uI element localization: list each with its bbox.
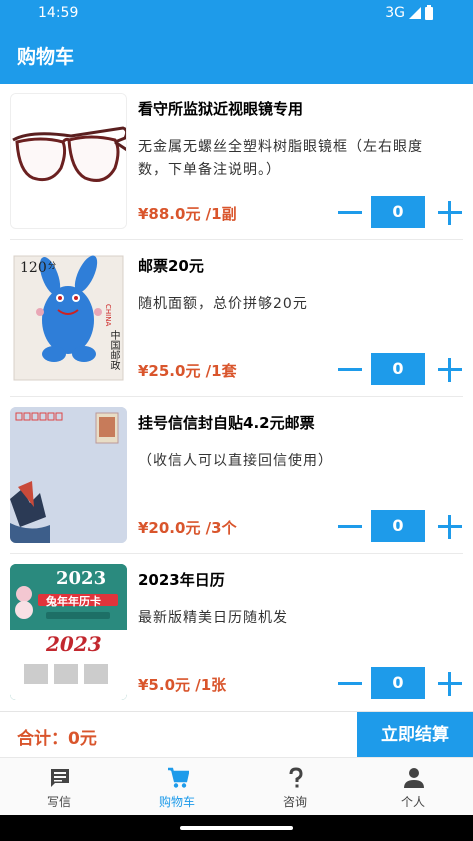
tab-label: 购物车 xyxy=(158,795,195,809)
status-bar: 14:59 3G xyxy=(0,0,473,26)
tab-label: 咨询 xyxy=(282,795,307,809)
minus-icon[interactable] xyxy=(337,516,363,538)
plus-icon[interactable] xyxy=(437,201,463,225)
signal-icon xyxy=(409,7,421,19)
plus-icon[interactable] xyxy=(437,358,463,382)
product-name: 挂号信信封自贴4.2元邮票 xyxy=(138,414,315,432)
stamp-value: 120 xyxy=(20,260,47,276)
quantity-stepper: 0 xyxy=(337,196,463,230)
tab-profile[interactable]: 个人 xyxy=(354,758,472,816)
product-description: 无金属无螺丝全塑料树脂眼镜框（左右眼度数，下单备注说明。） xyxy=(138,139,423,178)
cart-total: 合计：0元 xyxy=(17,729,97,749)
product-price: ¥88.0元 /1副 xyxy=(138,205,237,223)
product-name: 2023年日历 xyxy=(138,571,225,589)
product-price: ¥25.0元 /1套 xyxy=(138,362,237,380)
tab-label: 写信 xyxy=(46,795,71,809)
bottom-tab-bar: 写信 购物车 咨询 个人 xyxy=(0,757,473,815)
calendar-year: 2023 xyxy=(56,568,107,589)
quantity-field[interactable]: 0 xyxy=(371,196,425,228)
divider xyxy=(10,239,463,240)
stamp-china: CHINA xyxy=(104,304,112,327)
question-icon xyxy=(285,767,307,789)
cart-item[interactable]: 120 分 CHINA 中国邮政 邮票20元 随机面额，总价拼够20元 ¥25.… xyxy=(0,241,473,397)
status-indicators: 3G xyxy=(385,4,433,21)
quantity-stepper: 0 xyxy=(337,510,463,544)
checkout-button[interactable]: 立即结算 xyxy=(357,712,473,758)
product-name: 邮票20元 xyxy=(138,257,204,275)
cart-item[interactable]: 挂号信信封自贴4.2元邮票 （收信人可以直接回信使用） ¥20.0元 /3个 0 xyxy=(0,398,473,554)
quantity-field[interactable]: 0 xyxy=(371,667,425,699)
product-name: 看守所监狱近视眼镜专用 xyxy=(138,100,304,118)
network-type: 3G xyxy=(385,5,405,21)
page-title: 购物车 xyxy=(17,46,75,68)
cart-item[interactable]: 看守所监狱近视眼镜专用 无金属无螺丝全塑料树脂眼镜框（左右眼度数，下单备注说明。… xyxy=(0,84,473,240)
product-price: ¥5.0元 /1张 xyxy=(138,676,227,694)
calendar-year-banner: 2023 xyxy=(46,632,102,656)
cart-list[interactable]: 看守所监狱近视眼镜专用 无金属无螺丝全塑料树脂眼镜框（左右眼度数，下单备注说明。… xyxy=(0,84,473,711)
product-price: ¥20.0元 /3个 xyxy=(138,519,237,537)
tab-cart[interactable]: 购物车 xyxy=(118,758,236,816)
home-indicator[interactable] xyxy=(180,826,293,830)
quantity-stepper: 0 xyxy=(337,353,463,387)
calendar-title: 兔年年历卡 xyxy=(46,595,101,608)
battery-icon xyxy=(425,4,433,20)
system-nav-bar xyxy=(0,815,473,841)
cart-icon xyxy=(167,767,190,789)
status-time: 14:59 xyxy=(38,5,79,21)
app-bar: 购物车 xyxy=(0,26,473,84)
product-image-glasses xyxy=(10,93,127,229)
divider xyxy=(10,553,463,554)
message-icon xyxy=(49,767,71,789)
product-description: （收信人可以直接回信使用） xyxy=(138,453,333,469)
minus-icon[interactable] xyxy=(337,673,363,695)
stamp-unit: 分 xyxy=(48,261,56,270)
person-icon xyxy=(403,767,425,789)
tab-label: 个人 xyxy=(400,795,425,809)
divider xyxy=(10,396,463,397)
cart-footer: 合计：0元 立即结算 xyxy=(0,711,473,758)
product-description: 最新版精美日历随机发 xyxy=(138,610,288,626)
minus-icon[interactable] xyxy=(337,202,363,224)
tab-write[interactable]: 写信 xyxy=(0,758,118,816)
plus-icon[interactable] xyxy=(437,672,463,696)
minus-icon[interactable] xyxy=(337,359,363,381)
quantity-field[interactable]: 0 xyxy=(371,353,425,385)
cart-item[interactable]: 2023 兔年年历卡 2023 2023年日历 最新版精美日历随机发 ¥5.0元… xyxy=(0,555,473,711)
stamp-country: 中国邮政 xyxy=(108,330,119,370)
product-image-calendar: 2023 兔年年历卡 2023 xyxy=(10,564,127,700)
product-description: 随机面额，总价拼够20元 xyxy=(138,296,308,312)
tab-consult[interactable]: 咨询 xyxy=(236,758,354,816)
quantity-stepper: 0 xyxy=(337,667,463,701)
product-image-stamp: 120 分 CHINA 中国邮政 xyxy=(10,250,127,386)
quantity-field[interactable]: 0 xyxy=(371,510,425,542)
plus-icon[interactable] xyxy=(437,515,463,539)
product-image-envelope xyxy=(10,407,127,543)
